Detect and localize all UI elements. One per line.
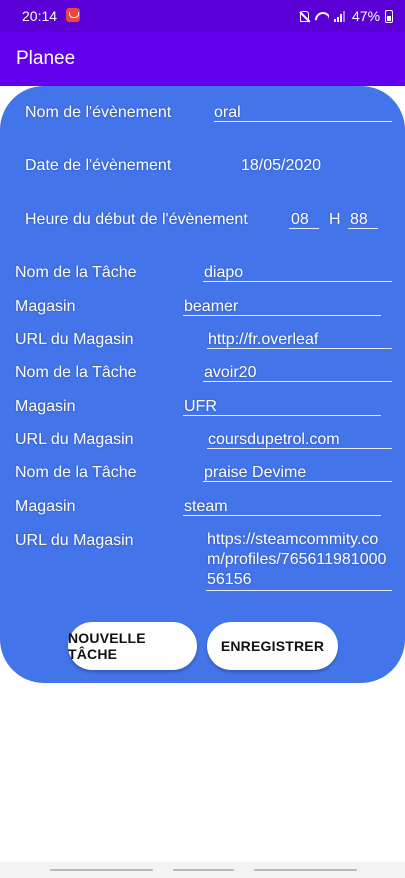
nav-back-handle[interactable] — [50, 869, 153, 871]
store-url-field[interactable]: http://fr.overleaf — [208, 331, 318, 349]
event-name-underline — [214, 121, 392, 122]
event-name-label: Nom de l'évènement — [25, 104, 172, 121]
store-underline — [183, 415, 381, 416]
nav-recents-handle[interactable] — [254, 869, 357, 871]
task-name-field[interactable]: diapo — [204, 264, 243, 282]
store-url-field[interactable]: coursdupetrol.com — [208, 431, 340, 449]
status-time: 20:14 — [22, 8, 58, 24]
wifi-icon — [315, 10, 329, 22]
new-task-button[interactable]: NOUVELLE TÂCHE — [68, 622, 197, 670]
battery-percent: 47% — [352, 8, 381, 24]
status-bar: 20:14 47% — [0, 0, 405, 32]
task-name-field[interactable]: avoir20 — [204, 364, 256, 382]
store-url-underline — [206, 590, 392, 591]
hour-field[interactable]: 08 — [291, 211, 309, 229]
system-nav-bar — [0, 862, 405, 878]
battery-icon — [385, 9, 394, 23]
store-field[interactable]: beamer — [184, 298, 238, 316]
store-field[interactable]: steam — [184, 498, 228, 516]
minute-field[interactable]: 88 — [350, 211, 368, 229]
system-icons: 47% — [298, 8, 394, 24]
save-button[interactable]: ENREGISTRER — [207, 622, 338, 670]
mute-icon — [298, 10, 310, 22]
store-url-underline — [207, 348, 392, 349]
store-label: Magasin — [15, 298, 76, 315]
store-url-label: URL du Magasin — [15, 331, 134, 348]
task-name-label: Nom de la Tâche — [15, 464, 137, 481]
store-label: Magasin — [15, 498, 76, 515]
store-underline — [183, 315, 381, 316]
task-name-field[interactable]: praise Devime — [204, 464, 306, 482]
event-form-card: Nom de l'évènement oral Date de l'évènem… — [0, 86, 405, 683]
signal-icon — [334, 10, 347, 22]
event-name-field[interactable]: oral — [214, 104, 241, 122]
store-field[interactable]: UFR — [184, 398, 217, 416]
task-name-underline — [203, 281, 392, 282]
event-start-label: Heure du début de l'évènement — [25, 211, 248, 228]
store-underline — [183, 515, 381, 516]
nav-home-handle[interactable] — [173, 869, 234, 871]
notification-icon — [66, 8, 80, 22]
task-name-label: Nom de la Tâche — [15, 264, 137, 281]
event-date-label: Date de l'évènement — [25, 157, 172, 174]
minute-underline — [348, 228, 378, 229]
hour-separator: H — [329, 211, 341, 228]
task-name-underline — [203, 481, 392, 482]
store-url-underline — [207, 448, 392, 449]
store-url-label: URL du Magasin — [15, 431, 134, 448]
app-title: Planee — [16, 48, 76, 69]
store-url-label: URL du Magasin — [15, 532, 134, 549]
task-name-underline — [203, 381, 392, 382]
app-bar: Planee — [0, 32, 405, 86]
task-name-label: Nom de la Tâche — [15, 364, 137, 381]
store-url-field[interactable]: https://steamcommity.com/profiles/765611… — [207, 530, 393, 590]
hour-underline — [289, 228, 319, 229]
store-label: Magasin — [15, 398, 76, 415]
event-date-field[interactable]: 18/05/2020 — [241, 157, 321, 175]
